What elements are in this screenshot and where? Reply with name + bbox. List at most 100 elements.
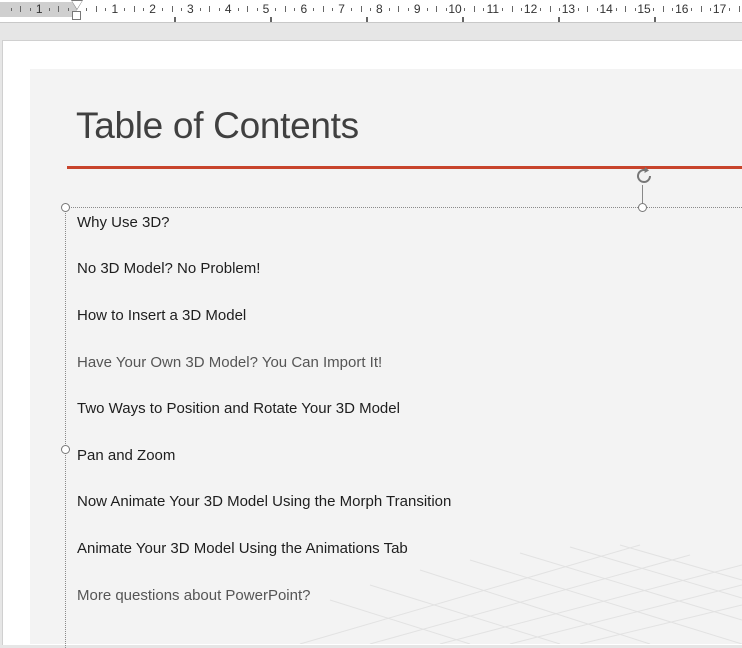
ruler-tick — [549, 6, 551, 12]
toc-item-insert-3d-model[interactable]: How to Insert a 3D Model — [77, 307, 246, 325]
toc-item-morph-transition[interactable]: Now Animate Your 3D Model Using the Morp… — [77, 493, 451, 511]
toc-item-more-questions[interactable]: More questions about PowerPoint? — [77, 587, 310, 605]
ruler-tick — [625, 6, 627, 12]
ruler-tick — [436, 6, 438, 12]
ruler-tick — [143, 8, 145, 11]
ruler-number: 7 — [338, 2, 345, 16]
ruler-number: 4 — [224, 2, 232, 16]
ruler-tick — [360, 6, 362, 12]
ruler-tick — [473, 6, 475, 12]
ruler-tick — [322, 6, 324, 12]
ruler-tick — [634, 8, 636, 11]
ruler-number: 5 — [262, 2, 270, 16]
rotation-handle-stem — [642, 185, 643, 204]
ruler-number: 2 — [149, 2, 156, 16]
ruler-tick — [284, 6, 286, 12]
ruler-tick — [294, 8, 296, 11]
ruler-number: 9 — [413, 2, 421, 16]
ruler-tick — [729, 8, 731, 11]
ruler-tick — [710, 8, 712, 11]
ruler-tick — [351, 8, 353, 11]
resize-handle-middle-left[interactable] — [61, 445, 70, 454]
toc-item-import-3d-model[interactable]: Have Your Own 3D Model? You Can Import I… — [77, 354, 382, 372]
ruler-tick — [67, 8, 69, 11]
ruler-tick — [86, 8, 88, 11]
toc-item-pan-zoom[interactable]: Pan and Zoom — [77, 447, 175, 465]
ruler-tick — [587, 6, 589, 12]
ruler-tick — [596, 8, 598, 11]
ruler-number: 11 — [486, 2, 500, 16]
ruler-tick — [247, 6, 249, 12]
ruler-tick — [407, 8, 409, 11]
left-indent-marker[interactable] — [72, 11, 81, 20]
ruler-tick — [95, 6, 97, 12]
ruler-tick — [691, 8, 693, 11]
ruler-tick — [540, 8, 542, 11]
ruler-tick — [162, 8, 164, 11]
ruler-tick — [20, 6, 22, 12]
ruler-tick — [256, 8, 258, 11]
ruler-number: 14 — [599, 2, 613, 16]
ruler-tick — [388, 8, 390, 11]
ruler-tab-marker — [654, 17, 656, 22]
rotate-icon[interactable] — [633, 165, 655, 187]
ruler-tick — [738, 6, 740, 12]
ruler-tick — [464, 8, 466, 11]
ruler-tick — [275, 8, 277, 11]
ruler-tick — [105, 8, 107, 11]
ruler-tick — [332, 8, 334, 11]
ruler-tick — [218, 8, 220, 11]
ruler-tick — [171, 6, 173, 12]
ruler-tick — [237, 8, 239, 11]
ruler-tick — [199, 8, 201, 11]
ruler-tick — [48, 8, 50, 11]
ruler-tab-marker — [270, 17, 272, 22]
ruler-number: 12 — [523, 2, 538, 16]
ruler-tick — [653, 8, 655, 11]
slide-title[interactable]: Table of Contents — [76, 104, 359, 148]
ruler-tick — [662, 6, 664, 12]
toc-item-why-use-3d[interactable]: Why Use 3D? — [77, 214, 170, 232]
ruler-tick — [700, 6, 702, 12]
ruler-tick — [558, 8, 560, 11]
toc-item-position-rotate[interactable]: Two Ways to Position and Rotate Your 3D … — [77, 400, 400, 418]
ruler-tick — [209, 6, 211, 12]
ruler-number: 3 — [187, 2, 194, 16]
ruler-tab-marker — [462, 17, 464, 22]
ruler-tab-marker — [174, 17, 176, 22]
ruler-number: 15 — [637, 2, 651, 16]
ruler-tick — [615, 8, 617, 11]
ruler-tick — [511, 6, 513, 12]
ruler-number: 17 — [712, 2, 727, 16]
ruler-tab-marker — [558, 17, 560, 22]
ruler-tick — [521, 8, 523, 11]
ruler-tick — [672, 8, 674, 11]
ruler-tick — [58, 6, 60, 12]
ruler-tick — [10, 8, 12, 11]
ruler-number: 6 — [300, 2, 308, 16]
ruler-tick — [124, 8, 126, 11]
ruler-tick — [313, 8, 315, 11]
ruler-tab-marker — [366, 17, 368, 22]
ruler-number: 16 — [675, 2, 689, 16]
resize-handle-top-left[interactable] — [61, 203, 70, 212]
ruler-number: 1 — [111, 2, 119, 16]
toc-item-no-3d-model[interactable]: No 3D Model? No Problem! — [77, 260, 260, 278]
ruler-tick — [29, 8, 31, 11]
ruler-number: 13 — [561, 2, 576, 16]
ruler-tick — [180, 8, 182, 11]
ruler-number: 8 — [376, 2, 383, 16]
ruler-number: 10 — [448, 2, 462, 16]
ruler-tick — [426, 8, 428, 11]
ruler-tick — [133, 6, 135, 12]
ruler-number: 1 — [35, 2, 43, 16]
ruler-tick — [398, 6, 400, 12]
ruler-tick — [502, 8, 504, 11]
ruler-tick — [483, 8, 485, 11]
resize-handle-top-center[interactable] — [638, 203, 647, 212]
first-line-indent-marker[interactable] — [72, 1, 82, 9]
horizontal-ruler[interactable]: 1 1 2 3 4 5 6 7 8 9 10 11 12 13 14 15 16 17 — [0, 0, 742, 23]
toc-item-animations-tab[interactable]: Animate Your 3D Model Using the Animatio… — [77, 540, 408, 558]
ruler-tick — [369, 8, 371, 11]
ruler-tick — [445, 8, 447, 11]
